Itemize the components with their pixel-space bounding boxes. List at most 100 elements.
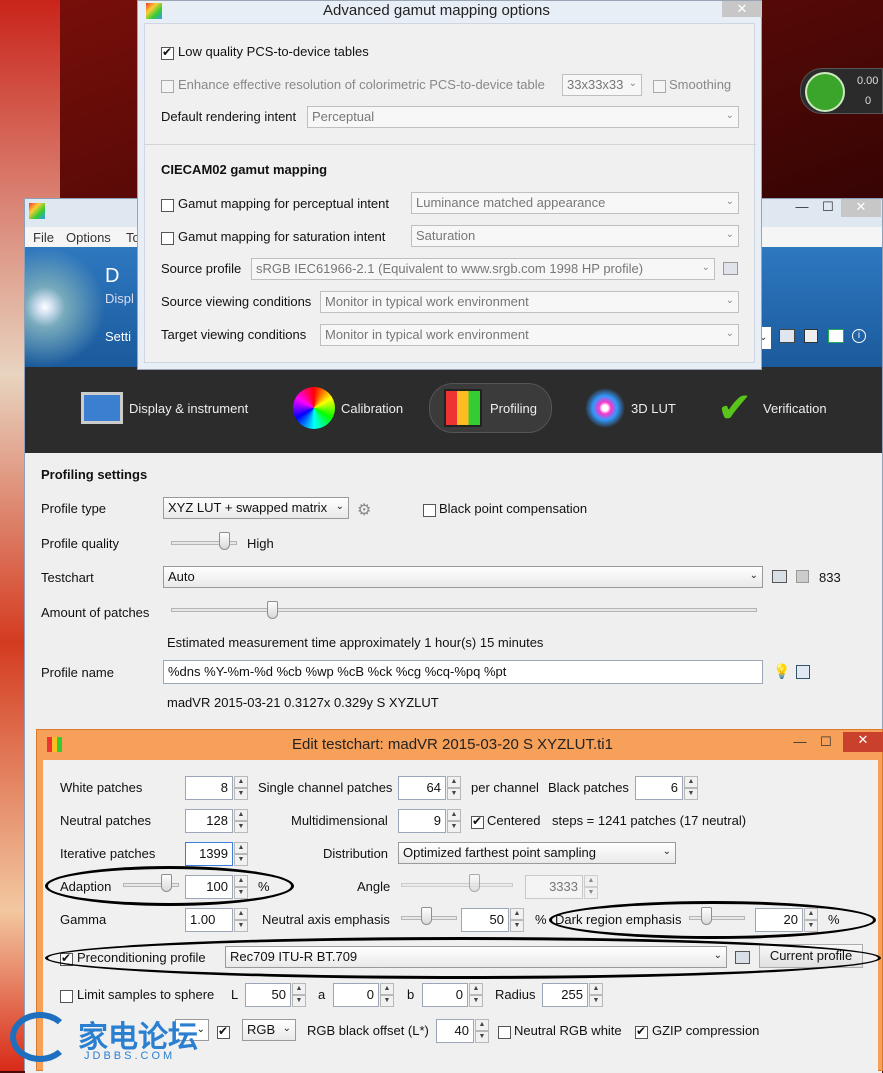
low-quality-checkbox[interactable]	[161, 45, 174, 61]
menu-options[interactable]: Options	[66, 230, 111, 245]
rgb-black-input[interactable]: 40	[436, 1019, 474, 1043]
tab-calibration[interactable]: Calibration	[293, 377, 403, 439]
gzip-checkbox[interactable]	[635, 1024, 648, 1040]
radius-spinner[interactable]: ▲ ▼	[589, 983, 603, 1007]
multi-spinner[interactable]: ▲ ▼	[447, 809, 461, 833]
a-spinner[interactable]: ▲ ▼	[380, 983, 394, 1007]
info-icon[interactable]: i	[852, 329, 866, 343]
gear-icon[interactable]: ⚙	[357, 500, 371, 520]
down-arrow-icon[interactable]: ▼	[447, 788, 461, 800]
grid-icon[interactable]	[796, 570, 809, 583]
profile-name-input[interactable]: %dns %Y-%m-%d %cb %wp %cB %ck %cg %cq-%p…	[163, 660, 763, 684]
L-input[interactable]: 50	[245, 983, 291, 1007]
neutral-rgb-checkbox[interactable]	[498, 1024, 511, 1040]
network-widget[interactable]: 0.00 0	[800, 68, 883, 114]
profile-type-select[interactable]: XYZ LUT + swapped matrix ⌄	[163, 497, 349, 519]
angle-slider-thumb[interactable]	[469, 874, 480, 892]
tab-3d-lut[interactable]: 3D LUT	[585, 377, 676, 439]
patches-slider-track[interactable]	[171, 608, 757, 612]
neutral-axis-slider-thumb[interactable]	[421, 907, 432, 925]
neutral-axis-input[interactable]: 50	[461, 908, 509, 932]
iter-spinner[interactable]: ▲ ▼	[234, 842, 248, 866]
down-arrow-icon[interactable]: ▼	[447, 821, 461, 833]
saturation-select[interactable]: Saturation ⌄	[411, 225, 739, 247]
checkbox-box[interactable]	[471, 814, 484, 830]
down-arrow-icon[interactable]: ▼	[684, 788, 698, 800]
menu-file[interactable]: File	[33, 230, 54, 245]
up-arrow-icon[interactable]: ▲	[447, 809, 461, 821]
angle-spinner[interactable]: ▲ ▼	[584, 875, 598, 899]
black-input[interactable]: 6	[635, 776, 683, 800]
up-arrow-icon[interactable]: ▲	[684, 776, 698, 788]
minimize-button[interactable]: —	[789, 199, 815, 217]
up-arrow-icon[interactable]: ▲	[234, 809, 248, 821]
source-profile-select[interactable]: sRGB IEC61966-2.1 (Equivalent to www.srg…	[251, 258, 715, 280]
minimize-button[interactable]: —	[787, 734, 813, 752]
checkbox-box[interactable]	[161, 80, 174, 94]
down-arrow-icon[interactable]: ▼	[234, 821, 248, 833]
checkbox-box[interactable]	[161, 232, 174, 246]
down-arrow-icon[interactable]: ▼	[234, 920, 248, 932]
save-icon[interactable]	[804, 329, 818, 343]
down-arrow-icon[interactable]: ▼	[510, 920, 524, 932]
folder-icon[interactable]	[779, 329, 795, 343]
multi-input[interactable]: 9	[398, 809, 446, 833]
checkbox-box[interactable]	[635, 1024, 648, 1040]
smoothing-checkbox[interactable]	[653, 78, 666, 94]
radius-input[interactable]: 255	[542, 983, 588, 1007]
enhance-select[interactable]: 33x33x33 ⌄	[562, 74, 642, 96]
up-arrow-icon[interactable]: ▲	[234, 908, 248, 920]
checkbox-box[interactable]	[423, 504, 436, 518]
neutral-input[interactable]: 128	[185, 809, 233, 833]
up-arrow-icon[interactable]: ▲	[510, 908, 524, 920]
centered-checkbox[interactable]	[471, 814, 484, 830]
up-arrow-icon[interactable]: ▲	[380, 983, 394, 995]
a-input[interactable]: 0	[333, 983, 379, 1007]
save-icon[interactable]	[796, 665, 810, 679]
bpc-checkbox[interactable]	[423, 502, 436, 518]
up-arrow-icon[interactable]: ▲	[447, 776, 461, 788]
maximize-button[interactable]: ☐	[815, 199, 841, 217]
down-arrow-icon[interactable]: ▼	[589, 995, 603, 1007]
b-input[interactable]: 0	[422, 983, 468, 1007]
limit-checkbox[interactable]	[60, 988, 73, 1004]
neutral-spinner[interactable]: ▲ ▼	[234, 809, 248, 833]
down-arrow-icon[interactable]: ▼	[234, 854, 248, 866]
single-spinner[interactable]: ▲ ▼	[447, 776, 461, 800]
white-spinner[interactable]: ▲ ▼	[234, 776, 248, 800]
testchart-select[interactable]: Auto ⌄	[163, 566, 763, 588]
tab-display-instrument[interactable]: Display & instrument	[81, 377, 248, 439]
down-arrow-icon[interactable]: ▼	[292, 995, 306, 1007]
up-arrow-icon[interactable]: ▲	[234, 842, 248, 854]
close-button[interactable]: ✕	[843, 732, 883, 752]
checkbox-box[interactable]	[498, 1026, 511, 1040]
default-intent-select[interactable]: Perceptual ⌄	[307, 106, 739, 128]
up-arrow-icon[interactable]: ▲	[589, 983, 603, 995]
dist-select[interactable]: Optimized farthest point sampling ⌄	[398, 842, 676, 864]
gamma-spinner[interactable]: ▲ ▼	[234, 908, 248, 932]
up-arrow-icon[interactable]: ▲	[234, 776, 248, 788]
angle-input[interactable]: 3333	[525, 875, 583, 899]
white-input[interactable]: 8	[185, 776, 233, 800]
maximize-button[interactable]: ☐	[813, 734, 839, 752]
lightbulb-icon[interactable]: 💡	[773, 663, 790, 680]
b-spinner[interactable]: ▲ ▼	[469, 983, 483, 1007]
down-arrow-icon[interactable]: ▼	[584, 887, 598, 899]
up-arrow-icon[interactable]: ▲	[469, 983, 483, 995]
quality-slider-thumb[interactable]	[219, 532, 230, 550]
iter-input[interactable]: 1399	[185, 842, 233, 866]
up-arrow-icon[interactable]: ▲	[475, 1019, 489, 1031]
mail-icon[interactable]	[828, 329, 844, 343]
enhance-checkbox[interactable]	[161, 78, 174, 94]
down-arrow-icon[interactable]: ▼	[380, 995, 394, 1007]
patches-slider-thumb[interactable]	[267, 601, 278, 619]
angle-slider-track[interactable]	[401, 883, 513, 887]
rgb-black-spinner[interactable]: ▲ ▼	[475, 1019, 489, 1043]
checkbox-box[interactable]	[161, 45, 174, 61]
down-arrow-icon[interactable]: ▼	[469, 995, 483, 1007]
down-arrow-icon[interactable]: ▼	[234, 788, 248, 800]
black-spinner[interactable]: ▲ ▼	[684, 776, 698, 800]
gamma-input[interactable]: 1.00	[185, 908, 233, 932]
perceptual-select[interactable]: Luminance matched appearance ⌄	[411, 192, 739, 214]
close-button[interactable]: ✕	[841, 199, 881, 217]
